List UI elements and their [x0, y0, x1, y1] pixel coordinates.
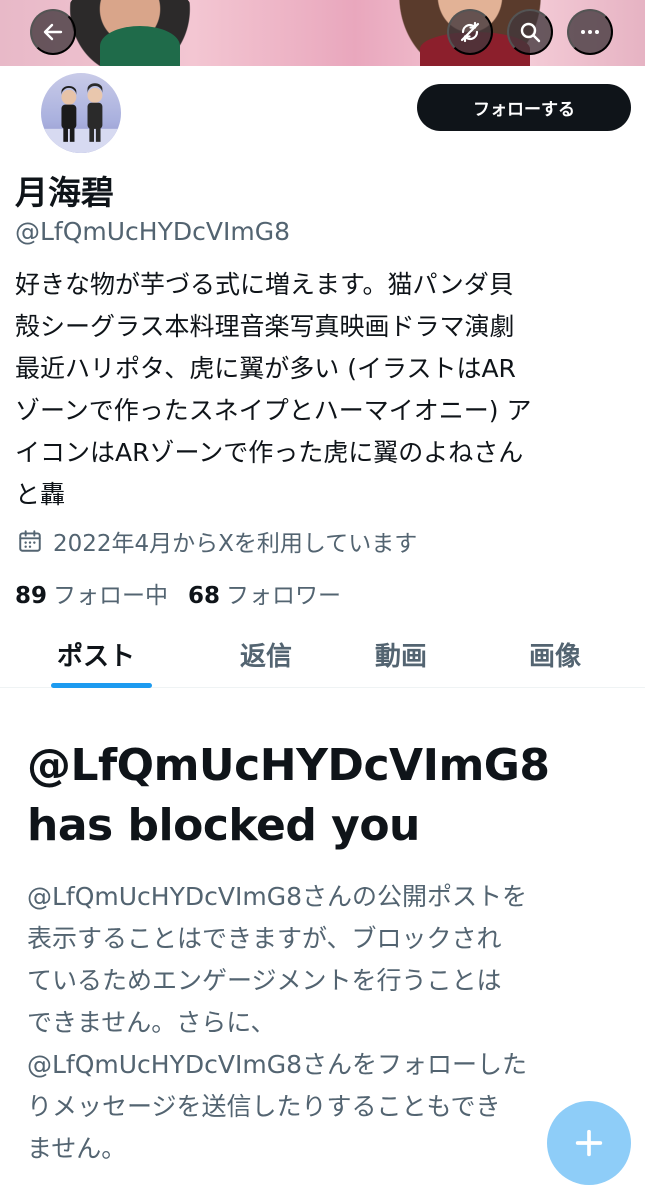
avatar-image [41, 83, 121, 153]
bio-line: 最近ハリポタ、虎に翼が多い (イラストはAR [15, 354, 516, 383]
sync-button[interactable] [447, 9, 493, 55]
active-tab-indicator [51, 683, 152, 688]
blocked-message-line: @LfQmUcHYDcVImG8さんをフォローした [27, 1050, 527, 1079]
blocked-title-line: has blocked you [27, 800, 420, 851]
banner-figure-left-body [100, 26, 180, 66]
blocked-message: @LfQmUcHYDcVImG8さんの公開ポストを 表示することはできますが、ブ… [27, 876, 632, 1170]
follow-stats: 89 フォロー中 68 フォロワー [15, 576, 341, 610]
bio-line: 殻シーグラス本料理音楽写真映画ドラマ演劇 [15, 312, 515, 341]
followers-link[interactable]: 68 フォロワー [188, 576, 341, 610]
bio-line: 好きな物が芋づる式に増えます。猫パンダ貝 [15, 270, 514, 299]
joined-date-text: 2022年4月からXを利用しています [53, 531, 418, 557]
followers-count: 68 [188, 583, 221, 609]
user-handle: @LfQmUcHYDcVImG8 [15, 217, 290, 246]
search-button[interactable] [507, 9, 553, 55]
blocked-title-line: @LfQmUcHYDcVImG8 [27, 740, 550, 791]
tab-replies[interactable]: 返信 [240, 636, 292, 673]
compose-button[interactable] [547, 1101, 631, 1185]
tab-posts[interactable]: ポスト [57, 636, 135, 673]
blocked-message-line: ません。 [27, 1134, 127, 1163]
avatar[interactable] [38, 70, 124, 156]
tab-videos[interactable]: 動画 [375, 636, 427, 673]
blocked-message-line: 表示することはできますが、ブロックされ [27, 924, 502, 953]
calendar-icon [19, 530, 41, 552]
display-name: 月海碧 [15, 173, 114, 212]
following-count: 89 [15, 583, 48, 609]
plus-icon [575, 1129, 603, 1157]
blocked-message-line: ているためエンゲージメントを行うことは [27, 966, 502, 995]
blocked-title: @LfQmUcHYDcVImG8 has blocked you [27, 736, 637, 856]
follow-button[interactable]: フォローする [417, 84, 631, 131]
bio-line: ゾーンで作ったスネイプとハーマイオニー) ア [15, 396, 532, 425]
blocked-message-line: @LfQmUcHYDcVImG8さんの公開ポストを [27, 882, 527, 911]
followers-label: フォロワー [226, 583, 342, 609]
search-icon [520, 22, 541, 43]
bio-line: イコンはARゾーンで作った虎に翼のよねさん [15, 438, 524, 467]
blocked-message-line: できません。さらに、 [27, 1008, 276, 1037]
following-label: フォロー中 [53, 583, 169, 609]
profile-bio: 好きな物が芋づる式に増えます。猫パンダ貝 殻シーグラス本料理音楽写真映画ドラマ演… [15, 264, 635, 516]
tab-images[interactable]: 画像 [529, 636, 581, 673]
arrow-left-icon [43, 23, 63, 41]
following-link[interactable]: 89 フォロー中 [15, 576, 168, 610]
joined-date: 2022年4月からXを利用しています [17, 524, 417, 558]
sync-icon [460, 21, 480, 43]
more-button[interactable] [567, 9, 613, 55]
blocked-message-line: りメッセージを送信したりすることもでき [27, 1092, 501, 1121]
profile-tabs: ポスト 返信 動画 画像 [0, 622, 645, 688]
more-icon [581, 30, 599, 34]
bio-line: と轟 [15, 480, 66, 509]
back-button[interactable] [30, 9, 76, 55]
